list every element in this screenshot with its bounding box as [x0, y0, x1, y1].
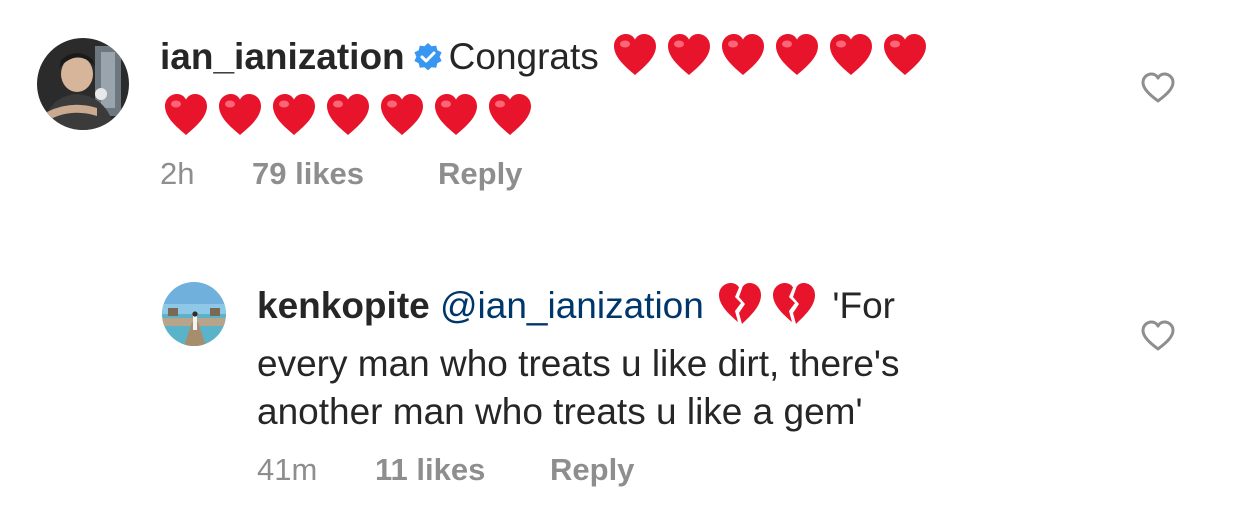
red-heart-emoji — [609, 31, 661, 91]
likes-count[interactable]: 79 likes — [252, 156, 364, 192]
broken-heart-emoji — [768, 280, 820, 340]
red-heart-emoji — [160, 91, 212, 151]
red-heart-emoji — [663, 31, 715, 91]
comment-meta: 41m 11 likes Reply — [257, 452, 757, 492]
comment-text-line-1: 'For — [832, 285, 895, 326]
username[interactable]: ian_ianization — [160, 36, 405, 77]
like-heart-icon[interactable] — [1141, 320, 1175, 352]
red-heart-emoji — [771, 31, 823, 91]
likes-count[interactable]: 11 likes — [375, 452, 485, 488]
broken-heart-emoji — [714, 280, 766, 340]
reply-button[interactable]: Reply — [550, 452, 634, 488]
avatar-ian-ianization[interactable] — [37, 38, 129, 130]
red-heart-emoji — [430, 91, 482, 151]
broken-heart-emoji-group — [714, 283, 822, 326]
username[interactable]: kenkopite — [257, 285, 430, 326]
red-heart-emoji — [214, 91, 266, 151]
red-heart-emoji — [376, 91, 428, 151]
red-heart-emoji — [717, 31, 769, 91]
verified-badge-icon — [413, 36, 443, 84]
comment-line-2: every man who treats u like dirt, there'… — [257, 343, 900, 384]
mention-link[interactable]: @ian_ianization — [440, 285, 704, 326]
avatar-kenkopite[interactable] — [162, 282, 226, 346]
comment-body: ian_ianization Congrats — [160, 31, 1060, 151]
reply-button[interactable]: Reply — [438, 156, 522, 192]
comment-line-1: kenkopite @ian_ianization 'For — [257, 280, 1157, 340]
timestamp: 41m — [257, 452, 318, 487]
comment-text: Congrats — [448, 36, 599, 77]
red-heart-emoji — [484, 91, 536, 151]
comment-line-3: another man who treats u like a gem' — [257, 391, 863, 432]
red-heart-emoji — [825, 31, 877, 91]
red-heart-emoji — [268, 91, 320, 151]
timestamp: 2h — [160, 156, 195, 191]
like-heart-icon[interactable] — [1141, 72, 1175, 104]
red-heart-emoji — [879, 31, 931, 91]
red-heart-emoji — [322, 91, 374, 151]
comment-meta: 2h 79 likes Reply — [160, 156, 660, 196]
comment-body: kenkopite @ian_ianization 'For every man… — [257, 280, 1157, 436]
